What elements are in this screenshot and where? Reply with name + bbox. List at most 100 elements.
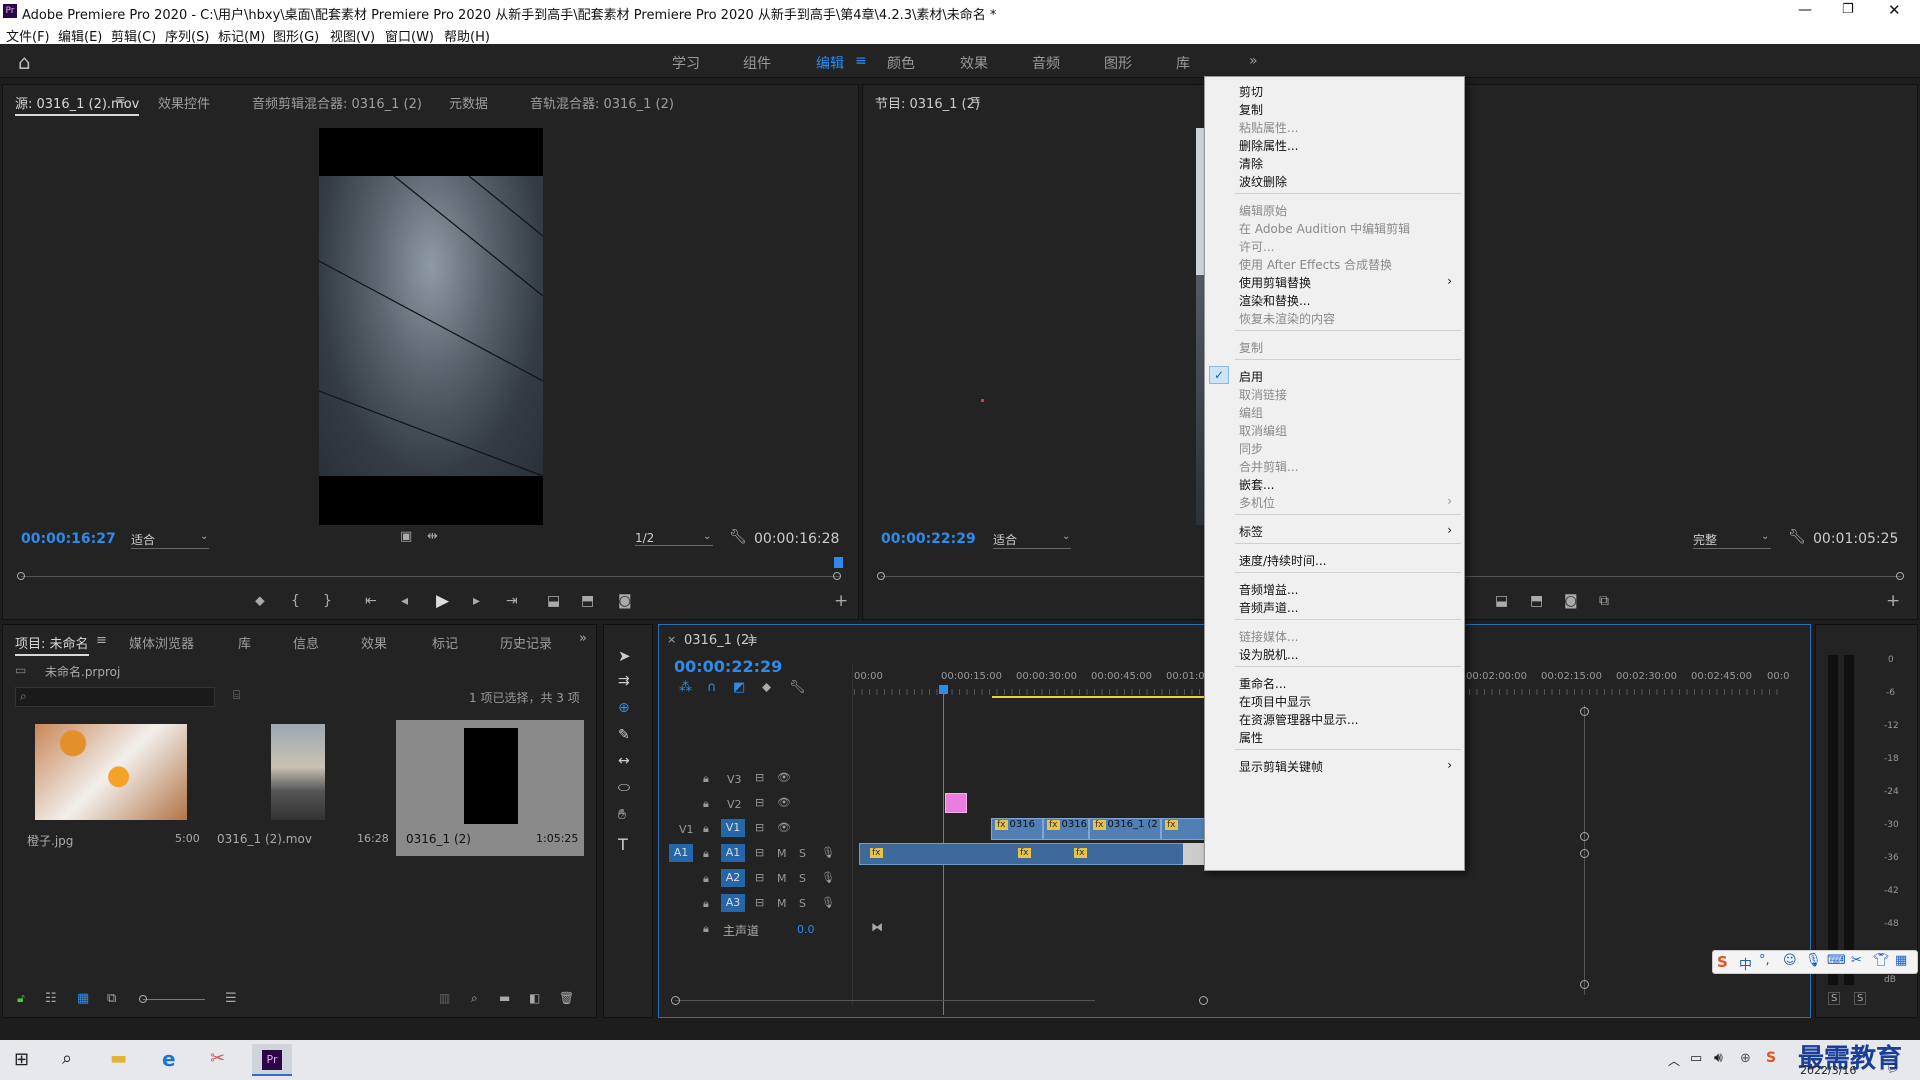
master-toggle-icon[interactable]: ⧓ [871,920,883,934]
track-label-v3[interactable]: V3 [727,773,742,786]
source-timecode-in[interactable]: 00:00:16:27 [21,531,116,547]
source-resolution-select[interactable]: 1/2 [635,531,713,546]
workspace-libraries[interactable]: 库 [1176,53,1190,73]
tab-menu-icon[interactable]: ≡ [115,93,126,108]
sync-lock-icon[interactable]: ⊟ [755,796,764,809]
lock-icon[interactable]: 🔒︎ [703,897,709,911]
context-menu-item[interactable]: 删除属性... [1205,135,1464,153]
playhead-handle[interactable] [939,685,948,694]
chevron-up-icon[interactable]: ︿ [1668,1052,1680,1069]
network-icon[interactable]: ▭ [1690,1051,1702,1066]
hand-tool-icon[interactable]: ✋︎ [618,807,626,823]
scrub-start-handle[interactable] [877,572,885,580]
grid-icon[interactable]: ▦ [1895,953,1907,968]
program-resolution-select[interactable]: 完整 [1693,531,1771,549]
tab-info[interactable]: 信息 [293,633,319,652]
new-item-icon[interactable]: ◧ [529,991,540,1005]
windows-start-icon[interactable]: ⊞ [14,1049,29,1070]
menu-graphics[interactable]: 图形(G) [273,26,319,45]
scrub-end-handle[interactable] [1896,572,1904,580]
maximize-button[interactable]: ❐ [1842,2,1854,17]
edge-browser-icon[interactable]: e [162,1047,176,1071]
project-item-orange[interactable]: 橙子.jpg 5:00 [15,720,203,852]
context-menu-item[interactable]: 重命名... [1205,673,1464,691]
tab-media-browser[interactable]: 媒体浏览器 [129,633,194,652]
solo-left-button[interactable]: S [1828,992,1841,1005]
solo-button[interactable]: S [799,872,806,885]
tab-sequence[interactable]: 0316_1 (2) [684,633,754,648]
context-menu-item[interactable]: 渲染和替换... [1205,290,1464,308]
horizontal-scrollbar[interactable] [675,1000,1095,1001]
add-button-icon[interactable]: + [1886,591,1900,611]
zoom-slider-handle[interactable] [139,995,147,1003]
context-menu-item[interactable]: 剪切 [1205,81,1464,99]
eye-icon[interactable]: 👁︎ [777,771,791,784]
track-label-a1[interactable]: A1 [721,844,745,862]
scroll-handle[interactable] [1580,849,1589,858]
context-menu-item[interactable]: 速度/持续时间... [1205,550,1464,568]
insert-icon[interactable]: ⬓ [547,593,560,609]
mute-button[interactable]: M [777,847,787,860]
find-icon[interactable]: ⌕ [471,991,478,1006]
sync-lock-icon[interactable]: ⊟ [755,871,764,884]
step-back-icon[interactable]: ◂ [401,593,408,609]
microphone-icon[interactable]: 🎙︎ [1805,953,1822,968]
workspace-audio[interactable]: 音频 [1032,53,1060,73]
razor-tool-icon[interactable]: ✎ [618,727,630,743]
tab-audio-clip-mixer[interactable]: 音频剪辑混合器: 0316_1 (2) [252,93,422,112]
menu-view[interactable]: 视图(V) [330,26,375,45]
solo-button[interactable]: S [799,847,806,860]
play-icon[interactable]: ▶ [436,591,449,611]
hscroll-start-handle[interactable] [671,996,680,1005]
eye-icon[interactable]: 👁︎ [777,796,791,809]
overwrite-icon[interactable]: ⬒ [581,593,594,609]
selected-audio-clip[interactable] [1183,843,1205,865]
context-menu-item[interactable]: 显示剪辑关键帧 › [1205,756,1464,774]
scroll-handle[interactable] [1580,832,1589,841]
search-icon[interactable]: ⌕ [62,1048,72,1069]
tab-history[interactable]: 历史记录 [500,633,552,652]
microphone-icon[interactable]: 🎙︎ [821,846,835,859]
step-forward-icon[interactable]: ▸ [473,593,480,609]
tab-libraries[interactable]: 库 [238,633,251,652]
lock-icon[interactable]: 🔒︎ [703,822,709,836]
workspace-color[interactable]: 颜色 [887,53,915,73]
pen-tool-icon[interactable]: ⬭ [618,780,630,796]
source-patch-a1[interactable]: A1 [669,844,693,862]
go-to-in-icon[interactable]: ⇤ [365,593,377,609]
workspace-menu-icon[interactable]: ≡ [855,53,867,69]
track-select-tool-icon[interactable]: ⇉ [618,673,630,689]
context-menu-item[interactable]: 波纹删除 [1205,171,1464,189]
add-marker-icon[interactable]: ⬥ [762,680,771,695]
new-search-bin-icon[interactable]: ⌸ [233,688,240,703]
magnet-icon[interactable]: ∩ [707,680,717,695]
clip-v1-d[interactable]: fx [1161,818,1205,840]
mark-in-icon[interactable]: { [291,593,300,609]
compare-icon[interactable]: ⧉ [1599,593,1609,609]
notification-icon[interactable]: 💬︎ [1886,1062,1900,1075]
go-to-out-icon[interactable]: ⇥ [506,593,518,609]
context-menu-item[interactable]: 复制 [1205,99,1464,117]
wrench-icon[interactable]: 🔧︎ [789,680,806,695]
sync-lock-icon[interactable]: ⊟ [755,846,764,859]
more-workspaces-icon[interactable]: » [1249,53,1258,69]
lock-icon[interactable]: 🔓︎ [17,991,25,1006]
tools-icon[interactable]: ✂ [1851,953,1862,968]
menu-sequence[interactable]: 序列(S) [165,26,209,45]
slip-tool-icon[interactable]: ↔ [618,753,630,769]
sogou-icon[interactable]: S [1717,953,1728,971]
microphone-icon[interactable]: 🎙︎ [821,871,835,884]
tab-program[interactable]: 节目: 0316_1 (2) [875,93,980,112]
audio-clip-a1[interactable]: fx fx fx [859,843,1205,865]
mute-button[interactable]: M [777,897,787,910]
master-volume-value[interactable]: 0.0 [797,923,815,936]
clip-v1-c[interactable]: fx 0316_1 (2 [1089,818,1161,840]
camera-icon[interactable]: ◙ [618,593,632,609]
context-menu-item[interactable]: 标签 › [1205,521,1464,539]
type-tool-icon[interactable]: T [618,835,628,854]
punctuation-icon[interactable]: °, [1759,953,1770,968]
context-menu-item[interactable]: 在资源管理器中显示... [1205,709,1464,727]
file-explorer-icon[interactable]: ▬ [110,1048,127,1069]
context-menu-item[interactable]: 音频声道... [1205,597,1464,615]
workspace-graphics[interactable]: 图形 [1104,53,1132,73]
